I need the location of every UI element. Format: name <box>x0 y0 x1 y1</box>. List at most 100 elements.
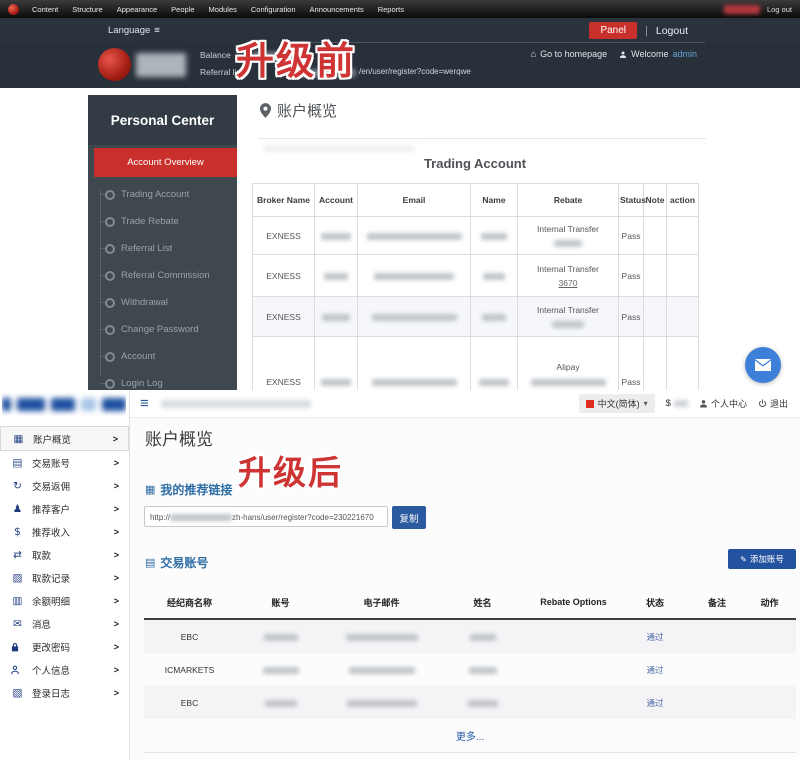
language-selector[interactable]: 中文(简体) ▾ <box>578 394 655 413</box>
nav-label: 取款记录 <box>32 573 71 585</box>
redacted-name <box>483 272 505 280</box>
username-link[interactable]: admin <box>672 49 697 59</box>
divider: | <box>645 24 648 37</box>
logout-link[interactable]: Logout <box>656 25 688 37</box>
nav-item-login-log[interactable]: ▧ 登录日志 > <box>0 681 129 704</box>
pencil-icon: ✎ <box>740 554 747 564</box>
table-row: EXNESS Alipay Pass <box>252 336 699 390</box>
admin-menu-modules[interactable]: Modules <box>202 0 244 18</box>
accounts-title-text: 交易账号 <box>160 556 209 570</box>
admin-menu-configuration[interactable]: Configuration <box>244 0 303 18</box>
redacted-name <box>467 699 498 707</box>
nav-item-trade-rebate[interactable]: ↻ 交易返佣 > <box>0 474 129 497</box>
referral-url-input[interactable]: http:// zh-hans/user/register?code=230221… <box>144 506 388 527</box>
page-title: 账户概览 <box>145 430 213 449</box>
col-note: 备注 <box>691 586 743 620</box>
sidebar-item-label: Change Password <box>121 324 199 335</box>
broker-cell: EBC <box>144 619 235 653</box>
bullet-icon <box>105 324 115 335</box>
redacted-email <box>371 313 457 321</box>
nav-label: 余额明细 <box>32 596 71 608</box>
status-cell: Pass <box>618 216 644 255</box>
sidebar-item-login-log[interactable]: Login Log <box>88 370 237 390</box>
language-menu[interactable]: Language ≡ <box>108 25 160 36</box>
panel-button[interactable]: Panel <box>589 22 638 39</box>
col-name: 姓名 <box>437 586 528 620</box>
id-card-icon: ▤ <box>145 556 156 569</box>
chevron-right-icon: > <box>113 687 119 698</box>
nav-label: 推荐收入 <box>32 527 71 539</box>
sidebar-item-withdrawal[interactable]: Withdrawal <box>88 289 237 316</box>
sidebar-item-account[interactable]: Account <box>88 343 237 370</box>
nav-item-withdrawal-records[interactable]: ▨ 取款记录 > <box>0 566 129 589</box>
language-value: 中文(简体) <box>597 399 640 409</box>
admin-menu-appearance[interactable]: Appearance <box>110 0 164 18</box>
sidebar-item-account-overview[interactable]: Account Overview <box>94 148 237 177</box>
chat-bubble-icon: ✉ <box>13 617 22 630</box>
table-footer-row: 更多... <box>144 719 796 753</box>
note-cell <box>691 653 743 686</box>
col-status: Status <box>618 183 646 217</box>
rebate-options-cell <box>528 619 619 653</box>
hamburger-menu-icon[interactable]: ≡ <box>140 396 149 411</box>
chevron-right-icon: > <box>113 457 119 468</box>
admin-menu-content[interactable]: Content <box>25 0 65 18</box>
rebate-account-link[interactable]: 3670 <box>559 278 578 288</box>
status-link[interactable]: 通过 <box>646 665 663 675</box>
admin-logout-link[interactable]: Log out <box>767 5 792 14</box>
sidebar-item-referral-commission[interactable]: Referral Commission <box>88 262 237 289</box>
redacted-admin-badge <box>723 4 760 14</box>
trading-account-table: Broker Name Account Email Name Rebate St… <box>252 183 699 390</box>
contact-float-button[interactable] <box>745 347 781 383</box>
admin-menu-structure[interactable]: Structure <box>65 0 109 18</box>
sidebar-item-change-password[interactable]: Change Password <box>88 316 237 343</box>
sidebar-item-label: Withdrawal <box>121 297 168 308</box>
table-header-row: 经纪商名称 账号 电子邮件 姓名 Rebate Options 状态 备注 动作 <box>144 586 796 620</box>
chevron-right-icon: > <box>112 433 118 444</box>
sidebar-item-trading-account[interactable]: Trading Account <box>88 181 237 208</box>
copy-button[interactable]: 复制 <box>392 506 426 529</box>
site-logo-icon[interactable] <box>98 48 131 81</box>
redacted-name <box>479 378 509 386</box>
admin-menu-people[interactable]: People <box>164 0 201 18</box>
redacted-domain <box>170 514 233 522</box>
nav-item-balance-details[interactable]: ▥ 余额明细 > <box>0 589 129 612</box>
table-row: EBC 通过 <box>144 619 796 653</box>
url-suffix: zh-hans/user/register?code=230221670 <box>232 513 374 522</box>
nav-label: 账户概览 <box>33 434 72 446</box>
admin-menu-announcements[interactable]: Announcements <box>303 0 371 18</box>
chevron-right-icon: > <box>113 664 119 675</box>
nav-item-change-password[interactable]: 更改密码 > <box>0 635 129 658</box>
referral-section-title: ▦ 我的推荐链接 <box>145 481 232 498</box>
cms-logo-icon[interactable] <box>8 3 19 15</box>
nav-item-messages[interactable]: ✉ 消息 > <box>0 612 129 635</box>
power-icon <box>758 399 766 408</box>
nav-item-account-overview[interactable]: ▦ 账户概览 > <box>0 426 129 451</box>
nav-item-withdrawal[interactable]: ⇄ 取款 > <box>0 543 129 566</box>
profile-link[interactable]: 个人中心 <box>699 397 747 410</box>
status-link[interactable]: 通过 <box>646 632 663 642</box>
bullet-icon <box>105 216 115 227</box>
sidebar-item-referral-list[interactable]: Referral List <box>88 235 237 262</box>
logout-link[interactable]: 退出 <box>758 397 788 410</box>
more-link[interactable]: 更多... <box>456 732 484 743</box>
chevron-right-icon: > <box>113 595 119 606</box>
go-homepage-link[interactable]: ⌂ Go to homepage <box>531 49 608 59</box>
sidebar-item-label: Account <box>121 351 156 362</box>
status-link[interactable]: 通过 <box>646 698 663 708</box>
note-cell <box>643 254 667 297</box>
bullet-icon <box>105 378 115 389</box>
site-logo[interactable] <box>2 392 126 416</box>
nav-item-personal-info[interactable]: 个人信息 > <box>0 658 129 681</box>
nav-item-trading-accounts[interactable]: ▤ 交易账号 > <box>0 451 129 474</box>
sidebar-item-trade-rebate[interactable]: Trade Rebate <box>88 208 237 235</box>
comparison-screenshot: Content Structure Appearance People Modu… <box>0 0 800 760</box>
nav-item-referral-income[interactable]: $ 推荐收入 > <box>0 520 129 543</box>
col-email: 电子邮件 <box>326 586 437 620</box>
add-account-button[interactable]: ✎ 添加账号 <box>728 549 796 569</box>
redacted-name <box>469 633 496 641</box>
admin-menu-reports[interactable]: Reports <box>371 0 411 18</box>
modern-main: 账户概览 ▦ 我的推荐链接 http:// zh-hans/user/regist… <box>130 418 800 760</box>
redacted-account <box>322 313 350 321</box>
nav-item-referred-clients[interactable]: ♟ 推荐客户 > <box>0 497 129 520</box>
